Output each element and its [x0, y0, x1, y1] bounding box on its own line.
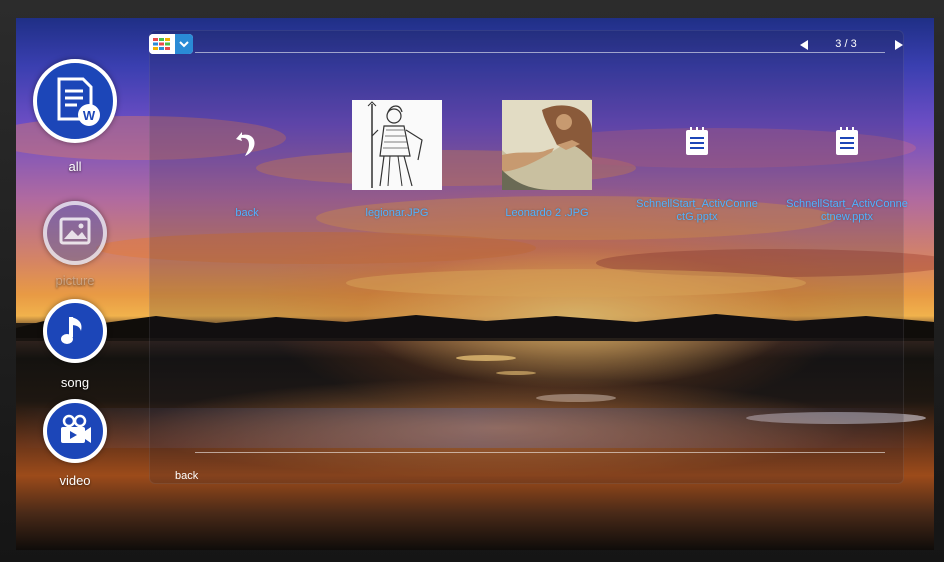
- file-name-line1: SchnellStart_ActivConne: [636, 198, 758, 210]
- file-name-line1: SchnellStart_ActivConne: [786, 198, 908, 210]
- triangle-left-icon[interactable]: [797, 38, 811, 52]
- document-file-icon: [834, 126, 860, 156]
- document-file-icon: [684, 126, 710, 156]
- file-name: Leonardo 2 .JPG: [505, 207, 589, 219]
- sidebar-item-song[interactable]: song: [20, 295, 130, 395]
- triangle-right-icon[interactable]: [892, 38, 906, 52]
- chevron-down-icon: [175, 34, 193, 54]
- file-item-pptx-new[interactable]: SchnellStart_ActivConne ctnew.pptx: [772, 92, 922, 223]
- grid-view-icon: [149, 34, 175, 54]
- file-name-line2: ctG.pptx: [676, 211, 718, 223]
- image-thumbnail: [352, 100, 442, 190]
- view-mode-toggle[interactable]: [149, 34, 193, 54]
- file-item-legionar[interactable]: legionar.JPG: [322, 92, 472, 222]
- sidebar-item-label: video: [59, 473, 91, 488]
- sidebar-item-all[interactable]: W all: [20, 55, 130, 195]
- category-sidebar: W all picture song video: [20, 55, 130, 515]
- file-name: back: [235, 207, 259, 219]
- footer-back-button[interactable]: back: [175, 470, 198, 482]
- video-camera-icon: [43, 399, 107, 463]
- svg-text:W: W: [83, 108, 96, 123]
- top-divider: [195, 52, 885, 53]
- bottom-divider: [195, 452, 885, 453]
- image-thumbnail: [502, 100, 592, 190]
- sidebar-item-label: song: [60, 375, 90, 390]
- back-arrow-icon: [232, 128, 262, 158]
- sidebar-item-label: picture: [55, 273, 95, 288]
- sidebar-item-video[interactable]: video: [20, 395, 130, 495]
- music-note-icon: [43, 299, 107, 363]
- file-name: legionar.JPG: [365, 207, 429, 219]
- page-indicator: 3 / 3: [835, 38, 857, 50]
- file-item-pptx-g[interactable]: SchnellStart_ActivConne ctG.pptx: [622, 92, 772, 223]
- file-name-line2: ctnew.pptx: [821, 211, 873, 223]
- file-item-leonardo[interactable]: Leonardo 2 .JPG: [472, 92, 622, 222]
- file-item-back[interactable]: back: [172, 92, 322, 222]
- document-icon: W: [33, 59, 117, 143]
- sidebar-item-label: all: [68, 159, 82, 174]
- picture-icon: [43, 201, 107, 265]
- sidebar-item-picture[interactable]: picture: [20, 195, 130, 295]
